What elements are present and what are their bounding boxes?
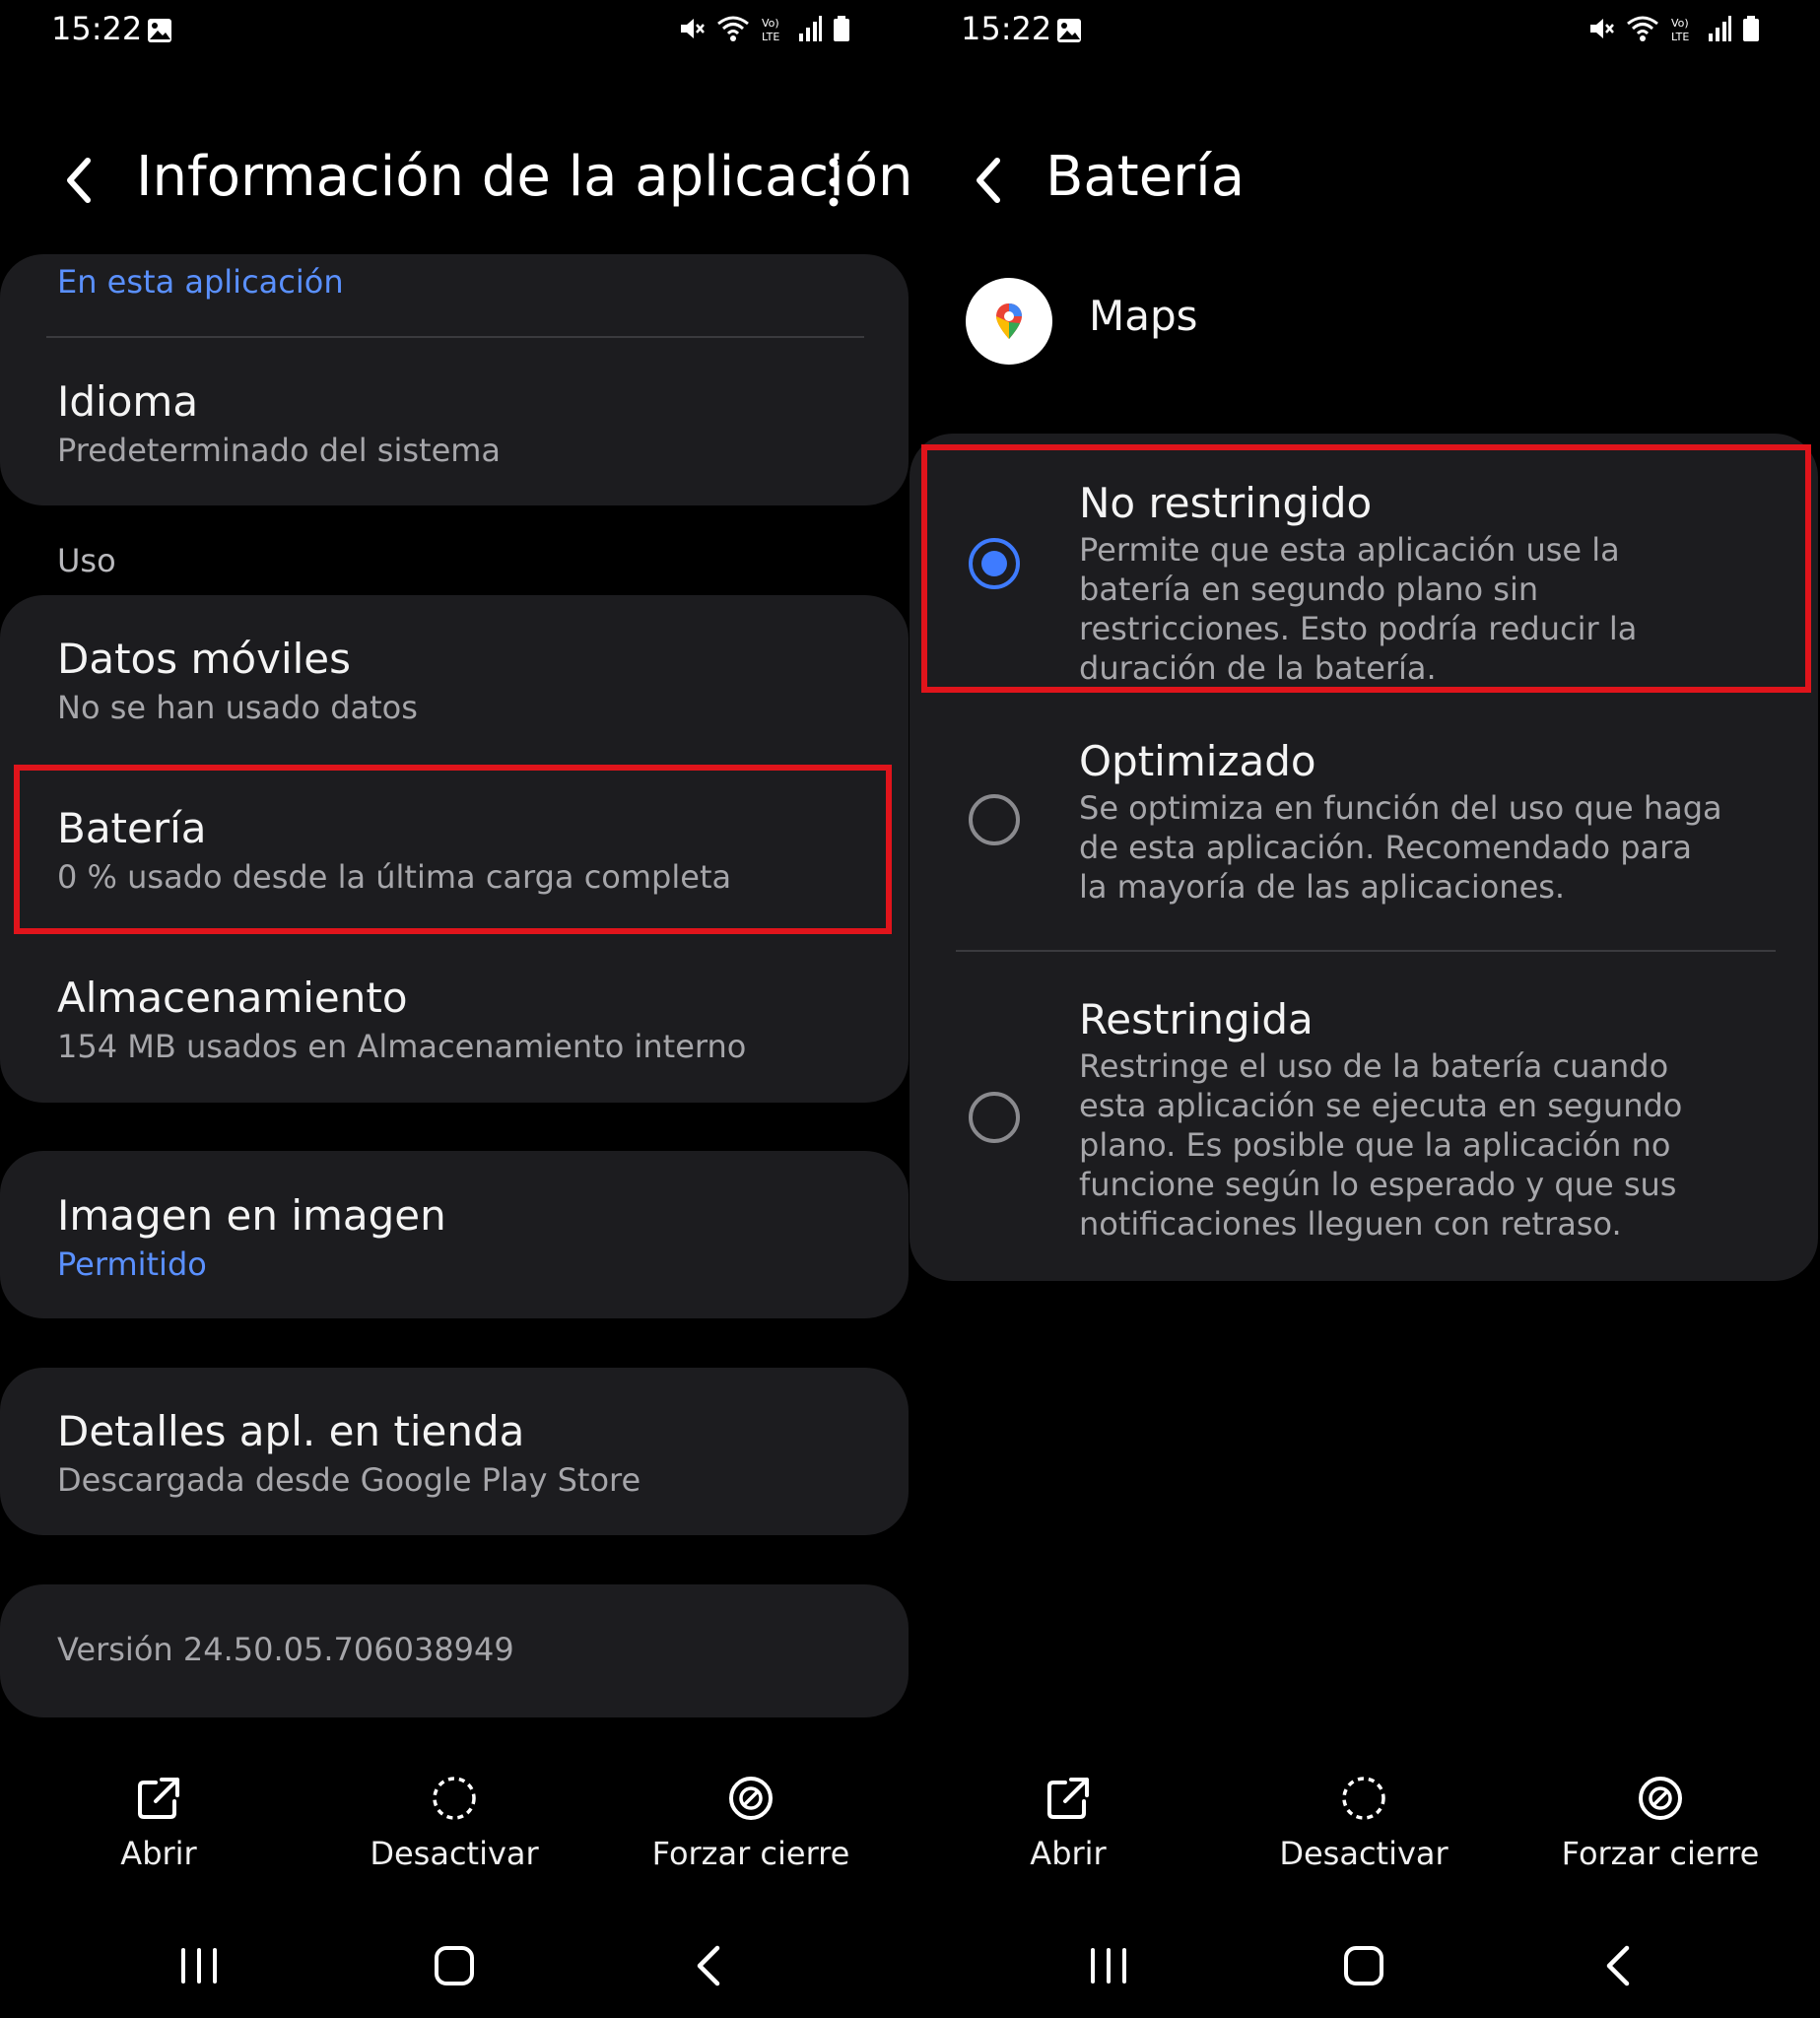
radio-restricted[interactable]	[969, 1092, 1020, 1143]
bottom-actions: Abrir Desactivar Forzar cierre	[0, 1774, 910, 1892]
status-time: 15:22	[961, 10, 1052, 47]
disable-label: Desactivar	[1279, 1835, 1449, 1872]
open-icon	[1047, 1778, 1089, 1819]
open-button[interactable]: Abrir	[960, 1774, 1177, 1872]
open-button[interactable]: Abrir	[50, 1774, 267, 1872]
wifi-icon	[717, 16, 749, 41]
disable-icon	[1342, 1777, 1385, 1820]
bottom-actions: Abrir Desactivar Forzar cierre	[910, 1774, 1819, 1892]
page-title: Información de la aplicación	[136, 145, 910, 209]
language-title: Idioma	[57, 377, 199, 426]
storage-subtitle: 154 MB usados en Almacenamiento interno	[57, 1028, 747, 1065]
mute-icon	[1590, 19, 1614, 38]
option-desc: Se optimiza en función del uso que haga …	[1079, 789, 1722, 906]
force-stop-label: Forzar cierre	[651, 1835, 850, 1872]
open-label: Abrir	[1030, 1835, 1107, 1872]
open-label: Abrir	[120, 1835, 197, 1872]
mobile-data-title: Datos móviles	[57, 635, 351, 683]
status-time: 15:22	[51, 10, 143, 47]
battery-highlight	[14, 765, 892, 934]
system-icons: Vo) LTE	[677, 14, 850, 43]
gallery-icon	[148, 19, 171, 42]
signal-icon	[1709, 16, 1731, 41]
radio-optimized[interactable]	[969, 794, 1020, 845]
app-name: Maps	[1089, 292, 1198, 340]
force-stop-icon	[729, 1777, 773, 1820]
language-item[interactable]: Idioma Predeterminado del sistema	[57, 375, 875, 472]
navigation-bar	[0, 1936, 910, 1995]
home-icon[interactable]	[1334, 1936, 1393, 1995]
store-subtitle: Descargada desde Google Play Store	[57, 1461, 641, 1499]
force-stop-button[interactable]: Forzar cierre	[642, 1774, 859, 1872]
version-item: Versión 24.50.05.706038949	[57, 1628, 875, 1671]
signal-icon	[799, 16, 822, 41]
battery-screen: 15:22 Vo) LTE Batería Maps No restringido…	[910, 0, 1819, 2018]
recents-icon[interactable]	[169, 1936, 229, 1995]
version-text: Versión 24.50.05.706038949	[57, 1631, 514, 1668]
home-icon[interactable]	[425, 1936, 484, 1995]
store-title: Detalles apl. en tienda	[57, 1407, 525, 1455]
disable-button[interactable]: Desactivar	[1255, 1774, 1472, 1872]
language-subtitle: Predeterminado del sistema	[57, 432, 502, 469]
disable-icon	[433, 1777, 476, 1820]
unrestricted-highlight	[921, 444, 1811, 693]
svg-text:Vo): Vo)	[1671, 17, 1689, 30]
store-details-item[interactable]: Detalles apl. en tienda Descargada desde…	[57, 1405, 875, 1502]
disable-button[interactable]: Desactivar	[346, 1774, 563, 1872]
app-bar: Información de la aplicación	[0, 133, 910, 232]
app-info-screen: 15:22 Vo) LTE Información de la aplicació…	[0, 0, 910, 2018]
pip-item[interactable]: Imagen en imagen Permitido	[57, 1189, 875, 1286]
option-restricted[interactable]: Restringida Restringe el uso de la bater…	[910, 970, 1818, 1265]
pip-subtitle: Permitido	[57, 1245, 207, 1283]
force-stop-icon	[1639, 1777, 1682, 1820]
recents-icon[interactable]	[1079, 1936, 1138, 1995]
svg-text:LTE: LTE	[1671, 31, 1689, 43]
wifi-icon	[1627, 16, 1658, 41]
option-title: Restringida	[1079, 995, 1314, 1043]
battery-icon	[834, 16, 849, 41]
navigation-bar	[910, 1936, 1819, 1995]
back-icon[interactable]	[54, 151, 105, 210]
mobile-data-item[interactable]: Datos móviles No se han usado datos	[57, 633, 875, 729]
pip-title: Imagen en imagen	[57, 1191, 446, 1240]
option-optimized[interactable]: Optimizado Se optimiza en función del us…	[910, 711, 1818, 948]
volte-icon: Vo)LTE	[762, 17, 779, 43]
back-icon[interactable]	[964, 151, 1015, 210]
section-usage: Uso	[57, 542, 116, 579]
force-stop-label: Forzar cierre	[1561, 1835, 1760, 1872]
storage-title: Almacenamiento	[57, 974, 408, 1022]
mobile-data-subtitle: No se han usado datos	[57, 689, 418, 726]
disable-label: Desactivar	[370, 1835, 539, 1872]
volte-icon: Vo)LTE	[1671, 17, 1689, 43]
open-icon	[138, 1778, 179, 1819]
svg-text:LTE: LTE	[762, 31, 779, 43]
nav-back-icon[interactable]	[680, 1936, 739, 1995]
page-title: Batería	[1045, 145, 1246, 209]
divider	[46, 336, 864, 338]
status-bar: 15:22 Vo) LTE	[0, 0, 910, 59]
svg-text:Vo): Vo)	[762, 17, 779, 30]
battery-icon	[1743, 16, 1759, 41]
option-title: Optimizado	[1079, 737, 1316, 785]
option-desc: Restringe el uso de la batería cuando es…	[1079, 1047, 1683, 1243]
gallery-icon	[1057, 19, 1081, 42]
more-icon[interactable]	[824, 155, 843, 210]
status-bar: 15:22 Vo) LTE	[910, 0, 1819, 59]
maps-logo-icon	[966, 278, 1052, 365]
mute-icon	[681, 19, 705, 38]
force-stop-button[interactable]: Forzar cierre	[1552, 1774, 1769, 1872]
system-icons: Vo) LTE	[1586, 14, 1760, 43]
nav-back-icon[interactable]	[1589, 1936, 1649, 1995]
app-bar: Batería	[910, 133, 1819, 232]
in-app-link[interactable]: En esta aplicación	[57, 260, 875, 303]
storage-item[interactable]: Almacenamiento 154 MB usados en Almacena…	[57, 972, 875, 1068]
divider	[956, 950, 1776, 952]
